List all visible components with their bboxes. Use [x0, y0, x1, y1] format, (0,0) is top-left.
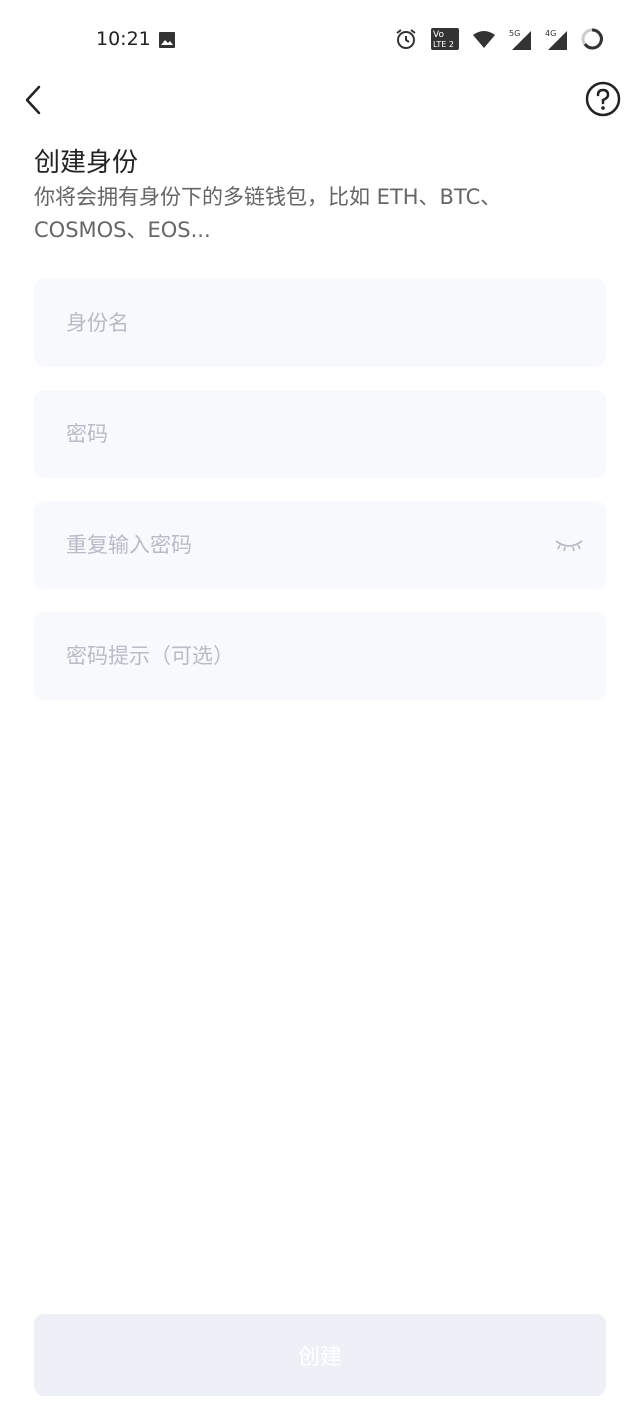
password-hint-field — [34, 612, 606, 700]
identity-name-field — [34, 279, 606, 367]
battery-icon — [580, 27, 604, 55]
alarm-icon — [394, 27, 418, 55]
repeat-password-input[interactable] — [64, 532, 538, 558]
password-field — [34, 390, 606, 478]
repeat-password-field — [34, 501, 606, 589]
lte-label: LTE 2 — [433, 40, 454, 49]
question-circle-icon — [585, 81, 621, 121]
create-button[interactable]: 创建 — [34, 1314, 606, 1396]
signal-4g-icon: 4G — [544, 27, 568, 55]
4g-label: 4G — [545, 29, 556, 38]
volte-lte-icon: Vo LTE 2 — [430, 27, 460, 55]
volte-label: Vo — [433, 30, 444, 40]
password-input[interactable] — [64, 421, 538, 447]
image-icon — [158, 31, 176, 49]
eye-closed-icon[interactable] — [554, 533, 584, 557]
back-button[interactable] — [16, 82, 50, 122]
page-subtitle: 你将会拥有身份下的多链钱包，比如 ETH、BTC、COSMOS、EOS... — [34, 185, 502, 242]
page-title: 创建身份 — [34, 148, 139, 178]
identity-name-input[interactable] — [64, 310, 538, 336]
status-icons: Vo LTE 2 5G 4G — [394, 28, 604, 54]
wifi-icon — [472, 29, 496, 53]
status-bar: 10:21 Vo LTE 2 5G 4G — [0, 0, 640, 80]
5g-label: 5G — [509, 29, 520, 38]
help-button[interactable] — [584, 81, 622, 121]
chevron-left-icon — [23, 84, 43, 120]
password-hint-input[interactable] — [64, 643, 538, 669]
status-time: 10:21 — [96, 28, 151, 50]
nav-bar — [0, 76, 640, 126]
signal-5g-icon: 5G — [508, 27, 532, 55]
